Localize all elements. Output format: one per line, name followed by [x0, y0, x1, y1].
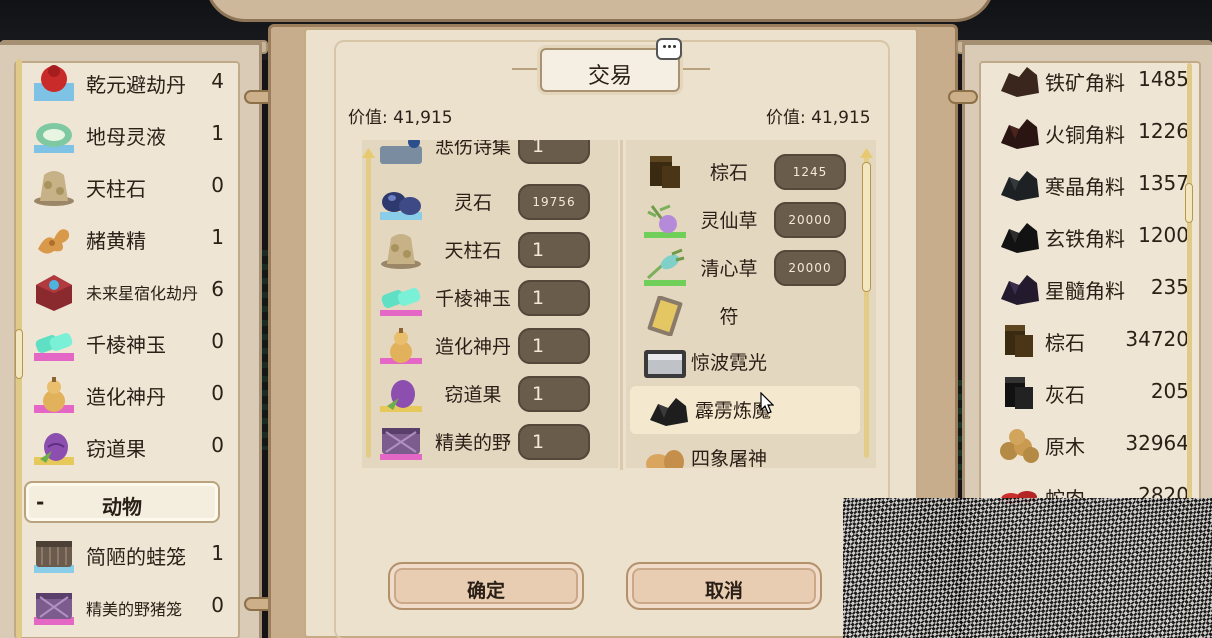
mouse-cursor-icon — [760, 392, 774, 414]
immortal-herb-icon — [642, 200, 688, 240]
quantity-field[interactable]: 1 — [518, 328, 590, 364]
receive-list[interactable]: 棕石 1245 灵仙草 20000 清心草 20000 符 惊波霓光 霹雳炼魔 — [626, 140, 876, 468]
list-item[interactable]: 灵石 19756 — [362, 178, 618, 226]
boar-cage-icon — [32, 587, 76, 627]
pillar-stone-icon — [378, 230, 424, 270]
list-item[interactable]: 千棱神玉 1 — [362, 274, 618, 322]
title-ornament — [512, 68, 542, 70]
quantity-field[interactable]: 1 — [518, 232, 590, 268]
list-item[interactable]: 赭黄精 1 — [16, 213, 238, 265]
talisman-icon — [642, 295, 688, 337]
page-title: 交易 — [587, 64, 632, 89]
list-item[interactable]: 灵仙草 20000 — [626, 196, 876, 244]
list-item[interactable]: 星髓角料 235 — [981, 263, 1199, 315]
left-inventory-list[interactable]: 乾元避劫丹 4 地母灵液 1 天柱石 0 赭黄精 1 未来星宿化劫丹 6 千棱神… — [14, 61, 240, 638]
frog-cage-icon — [32, 535, 76, 575]
receive-scroll-rail[interactable] — [860, 148, 873, 458]
scroll-knob — [948, 90, 978, 104]
quantity-field[interactable]: 19756 — [518, 184, 590, 220]
star-marrow-scrap-icon — [997, 269, 1041, 309]
beast-material-icon — [642, 438, 688, 468]
green-jade-icon — [32, 323, 76, 363]
list-item[interactable]: 惊波霓光 — [626, 338, 876, 386]
list-item[interactable]: 棕石 34720 — [981, 315, 1199, 367]
pavilion-roof — [205, 0, 995, 22]
title-ornament — [680, 68, 710, 70]
black-iron-scrap-icon — [997, 217, 1041, 257]
list-item[interactable]: 天柱石 1 — [362, 226, 618, 274]
list-item[interactable]: 四象屠神 — [626, 434, 876, 468]
left-scroll-thumb[interactable] — [15, 329, 23, 379]
gray-stone-icon — [997, 373, 1041, 413]
list-item[interactable]: 寒晶角料 1357 — [981, 159, 1199, 211]
list-item[interactable]: 符 — [626, 292, 876, 340]
offer-scroll-rail[interactable] — [362, 148, 375, 458]
quantity-field[interactable]: 1245 — [774, 154, 846, 190]
purple-fruit-icon — [378, 374, 424, 414]
silver-ingot-icon — [642, 342, 688, 382]
list-item[interactable]: 灰石 205 — [981, 367, 1199, 419]
list-item[interactable]: 千棱神玉 0 — [16, 317, 238, 369]
list-item[interactable]: 乾元避劫丹 4 — [16, 63, 238, 109]
confirm-button[interactable]: 确定 — [388, 562, 584, 610]
left-inventory-panel: 乾元避劫丹 4 地母灵液 1 天柱石 0 赭黄精 1 未来星宿化劫丹 6 千棱神… — [0, 42, 262, 638]
list-item[interactable]: 清心草 20000 — [626, 244, 876, 292]
jade-liquid-icon — [32, 115, 76, 155]
brown-stone-icon — [997, 321, 1041, 361]
brown-stone-icon — [642, 152, 688, 192]
offer-list[interactable]: 悲伤诗集 1 灵石 19756 天柱石 1 千棱神玉 1 造化神丹 1 窃道果 … — [362, 140, 618, 468]
cancel-button[interactable]: 取消 — [626, 562, 822, 610]
list-item[interactable]: 棕石 1245 — [626, 148, 876, 196]
quantity-field[interactable]: 1 — [518, 280, 590, 316]
dark-ore-icon — [646, 390, 692, 430]
red-gourd-pill-icon — [32, 63, 76, 103]
list-item[interactable]: 精美的野猪笼 0 — [16, 581, 238, 633]
iron-scrap-icon — [997, 63, 1041, 101]
list-divider — [620, 140, 623, 470]
clear-heart-herb-icon — [642, 248, 688, 288]
list-item[interactable]: 悲伤诗集 1 — [362, 140, 618, 170]
list-item[interactable]: 未来星宿化劫丹 6 — [16, 265, 238, 317]
right-scroll-thumb[interactable] — [1185, 183, 1193, 223]
list-item[interactable]: 造化神丹 0 — [16, 369, 238, 421]
fire-copper-scrap-icon — [997, 113, 1041, 153]
boar-cage-icon — [378, 422, 424, 462]
obscured-overlay — [843, 498, 1212, 638]
log-icon — [997, 425, 1041, 465]
list-item[interactable]: 原木 32964 — [981, 419, 1199, 471]
list-item[interactable]: 简陋的蛙笼 1 — [16, 529, 238, 581]
list-item-selected[interactable]: 霹雳炼魔 — [630, 386, 860, 434]
star-pill-box-icon — [32, 271, 76, 311]
chat-bubble-icon[interactable] — [656, 38, 682, 60]
list-item[interactable]: 天柱石 0 — [16, 161, 238, 213]
cold-crystal-scrap-icon — [997, 165, 1041, 205]
spirit-stone-icon — [378, 182, 424, 222]
list-item[interactable]: 玄铁角料 1200 — [981, 211, 1199, 263]
left-scroll-rail[interactable] — [15, 59, 23, 638]
gourd-icon — [32, 375, 76, 415]
sad-poems-icon — [378, 140, 424, 166]
list-item[interactable]: 造化神丹 1 — [362, 322, 618, 370]
quantity-field[interactable]: 1 — [518, 140, 590, 164]
category-header-animals[interactable]: - 动物 — [24, 481, 220, 523]
left-value: 价值: 41,915 — [348, 108, 453, 128]
pillar-stone-icon — [32, 167, 76, 207]
receive-scroll-thumb[interactable] — [862, 162, 871, 292]
list-item[interactable]: 地母灵液 1 — [16, 109, 238, 161]
quantity-field[interactable]: 20000 — [774, 202, 846, 238]
gourd-icon — [378, 326, 424, 366]
list-item[interactable]: 铁矿角料 1485 — [981, 63, 1199, 107]
right-value: 价值: 41,915 — [766, 108, 871, 128]
quantity-field[interactable]: 20000 — [774, 250, 846, 286]
list-item[interactable]: 窃道果 1 — [362, 370, 618, 418]
purple-fruit-icon — [32, 427, 76, 467]
list-item[interactable]: 窃道果 0 — [16, 421, 238, 473]
quantity-field[interactable]: 1 — [518, 376, 590, 412]
green-jade-icon — [378, 278, 424, 318]
ochre-essence-root-icon — [32, 219, 76, 259]
list-item[interactable]: 火铜角料 1226 — [981, 107, 1199, 159]
list-item[interactable]: 精美的野 1 — [362, 418, 618, 466]
quantity-field[interactable]: 1 — [518, 424, 590, 460]
